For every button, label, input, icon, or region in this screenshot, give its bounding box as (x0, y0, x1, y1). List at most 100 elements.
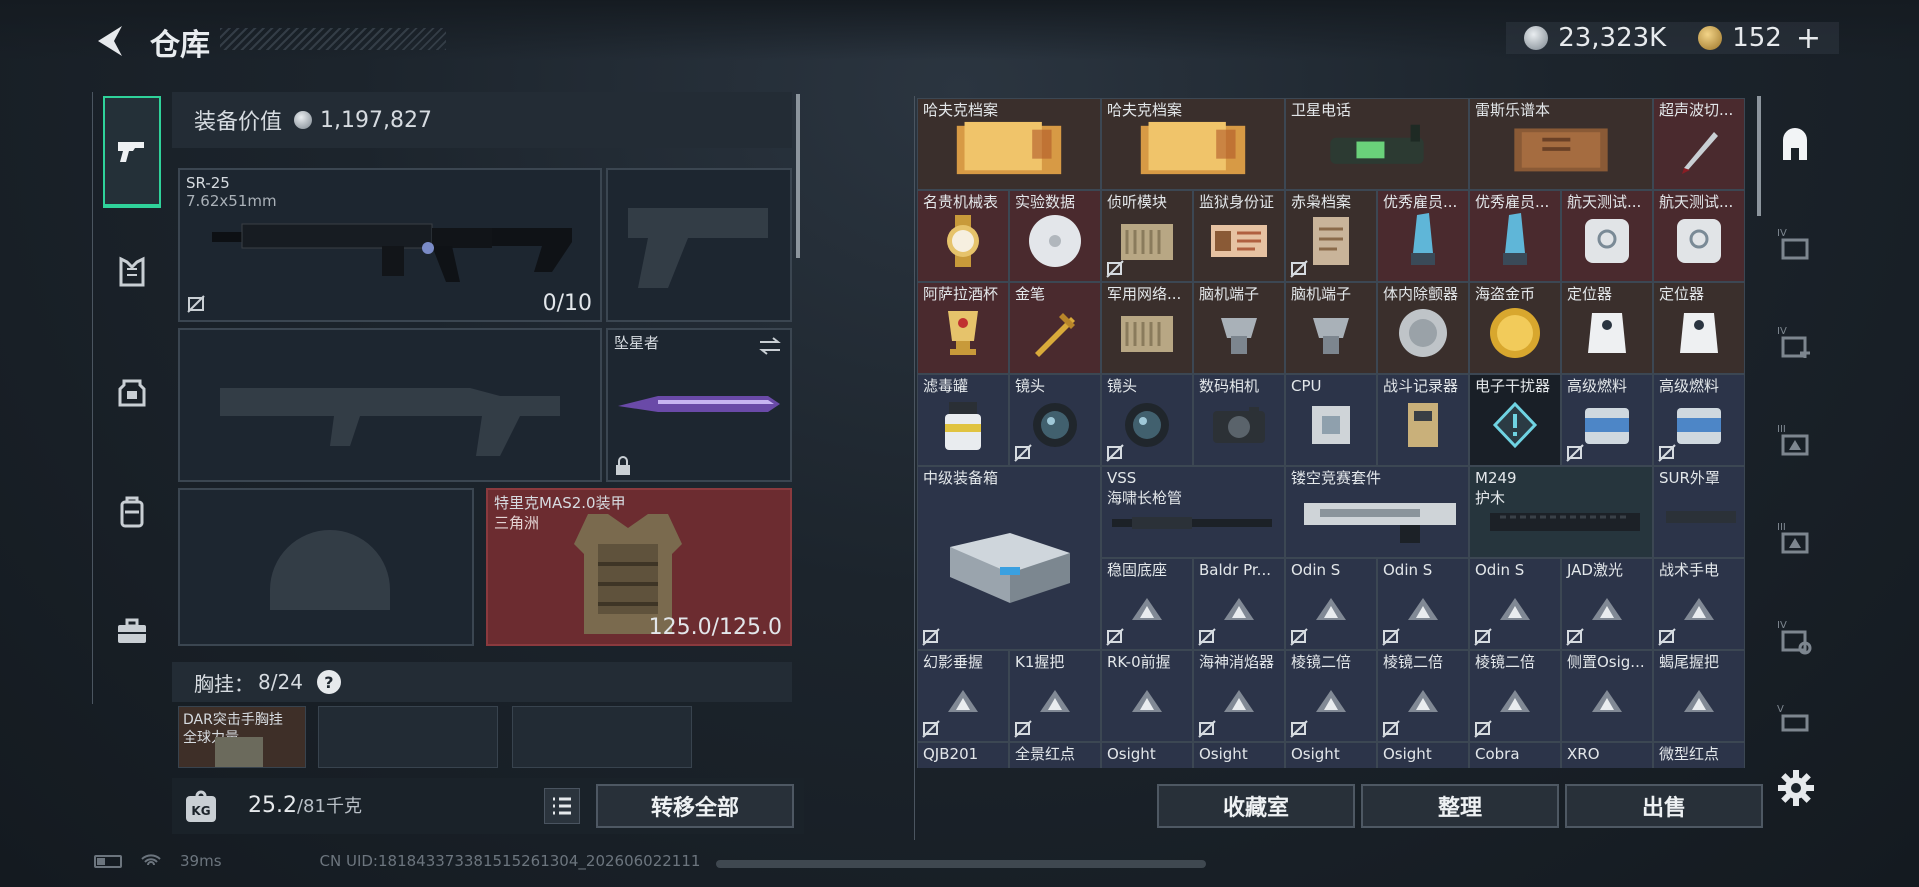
stash-item-slide-kit[interactable]: 镂空竞赛套件 (1285, 466, 1469, 558)
help-icon[interactable]: ? (316, 670, 341, 694)
stash-item[interactable]: 名贵机械表 (917, 190, 1009, 282)
nav-rig[interactable] (103, 336, 161, 448)
chest-rig-item[interactable]: DAR突击手胸挂 全球力量 (178, 706, 306, 768)
stash-item-attachment[interactable]: 棱镜二倍 (1469, 650, 1561, 742)
stash-item-attachment[interactable]: Odin S (1469, 558, 1561, 650)
stash-item[interactable]: 监狱身份证 (1193, 190, 1285, 282)
secondary-weapon-slot[interactable] (178, 328, 602, 482)
weight-icon[interactable]: KG (182, 788, 220, 826)
stash-item[interactable]: 金笔 (1009, 282, 1101, 374)
settings-gear-icon[interactable] (1776, 768, 1816, 808)
stash-item[interactable]: 滤毒罐 (917, 374, 1009, 466)
svg-text:IV: IV (1777, 620, 1787, 631)
add-currency-icon[interactable]: + (1796, 21, 1821, 56)
nav-case[interactable] (103, 576, 161, 688)
stash-item[interactable]: 实验数据 (1009, 190, 1101, 282)
stash-item-attachment[interactable]: Osight (1101, 742, 1193, 768)
stash-item-attachment[interactable]: Odin S (1285, 558, 1377, 650)
stash-item[interactable]: 高级燃料 (1653, 374, 1745, 466)
stash-item-attachment[interactable]: Cobra (1469, 742, 1561, 768)
stash-tab-iii-1[interactable]: III (1770, 400, 1820, 480)
stash-item[interactable]: 侦听模块 (1101, 190, 1193, 282)
stash-item[interactable]: 脑机端子 (1193, 282, 1285, 374)
stash-tab-main[interactable] (1770, 106, 1820, 186)
stash-item-attachment[interactable]: 海神消焰器 (1193, 650, 1285, 742)
stash-item-attachment[interactable]: QJB201 (917, 742, 1009, 768)
stash-item[interactable]: 镜头 (1101, 374, 1193, 466)
stash-item[interactable]: 优秀雇员... (1377, 190, 1469, 282)
primary-weapon-slot[interactable]: SR-25 7.62x51mm 0/10 (178, 168, 602, 322)
stash-item-attachment[interactable]: 幻影垂握 (917, 650, 1009, 742)
stash-item[interactable]: 镜头 (1009, 374, 1101, 466)
stash-item-attachment[interactable]: 蝎尾握把 (1653, 650, 1745, 742)
stash-item-attachment[interactable]: 战术手电 (1653, 558, 1745, 650)
stash-item-vss-barrel[interactable]: VSS 海啸长枪管 (1101, 466, 1285, 558)
stash-item[interactable]: 阿萨拉酒杯 (917, 282, 1009, 374)
melee-slot[interactable]: 坠星者 (606, 328, 792, 482)
stash-item-attachment[interactable]: 棱镜二倍 (1285, 650, 1377, 742)
stash-item[interactable]: 哈夫克档案 (1101, 98, 1285, 190)
stash-tab-iv-3[interactable]: IV (1770, 596, 1820, 676)
no-insure-icon (1382, 628, 1400, 646)
stash-tab-iii-2[interactable]: III (1770, 498, 1820, 578)
stash-item-attachment[interactable]: RK-0前握 (1101, 650, 1193, 742)
stash-item[interactable]: 电子干扰器 (1469, 374, 1561, 466)
stash-item-attachment[interactable]: 微型红点 (1653, 742, 1745, 768)
stash-item-m249-handguard[interactable]: M249 护木 (1469, 466, 1653, 558)
stash-tab-v[interactable]: V (1770, 690, 1820, 750)
stash-tab-iv-1[interactable]: IV (1770, 204, 1820, 284)
stash-item[interactable]: 雷斯乐谱本 (1469, 98, 1653, 190)
stash-item-attachment[interactable]: 侧置Osig... (1561, 650, 1653, 742)
collection-room-button[interactable]: 收藏室 (1157, 784, 1355, 828)
sort-button[interactable]: 整理 (1361, 784, 1559, 828)
nav-backpack[interactable] (103, 456, 161, 568)
swap-icon[interactable] (758, 336, 782, 356)
stash-item-suppressor-cover[interactable]: SUR外罩 (1653, 466, 1745, 558)
stash-item[interactable]: 数码相机 (1193, 374, 1285, 466)
list-view-button[interactable] (544, 788, 580, 824)
stash-item-equipment-case[interactable]: 中级装备箱 (917, 466, 1101, 650)
sidearm-slot[interactable] (606, 168, 792, 322)
stash-item[interactable]: 海盗金币 (1469, 282, 1561, 374)
book-image (1489, 121, 1633, 181)
stash-item[interactable]: 定位器 (1653, 282, 1745, 374)
stash-item[interactable]: CPU (1285, 374, 1377, 466)
stash-tab-iv-2[interactable]: IV (1770, 302, 1820, 382)
stash-item[interactable]: 定位器 (1561, 282, 1653, 374)
stash-item[interactable]: 体内除颤器 (1377, 282, 1469, 374)
stash-item-attachment[interactable]: Odin S (1377, 558, 1469, 650)
stash-item[interactable]: 卫星电话 (1285, 98, 1469, 190)
stash-item-attachment[interactable]: 全景红点 (1009, 742, 1101, 768)
stash-item[interactable]: 航天测试... (1653, 190, 1745, 282)
stash-scrollbar[interactable] (1757, 96, 1761, 216)
stash-item[interactable]: 航天测试... (1561, 190, 1653, 282)
home-indicator[interactable] (716, 860, 1206, 868)
stash-item[interactable]: 赤枭档案 (1285, 190, 1377, 282)
stash-item[interactable]: 超声波切... (1653, 98, 1745, 190)
back-arrow-icon[interactable] (92, 22, 128, 60)
stash-item[interactable]: 高级燃料 (1561, 374, 1653, 466)
stash-item-attachment[interactable]: Osight (1377, 742, 1469, 768)
stash-item[interactable]: 哈夫克档案 (917, 98, 1101, 190)
stash-item-attachment[interactable]: Baldr Pr... (1193, 558, 1285, 650)
stash-item-attachment[interactable]: K1握把 (1009, 650, 1101, 742)
stash-item-attachment[interactable]: JAD激光 (1561, 558, 1653, 650)
nav-armor[interactable] (103, 216, 161, 328)
stash-item-attachment[interactable]: Osight (1285, 742, 1377, 768)
chest-rig-empty-slot[interactable] (318, 706, 498, 768)
stash-item-attachment[interactable]: 棱镜二倍 (1377, 650, 1469, 742)
stash-item[interactable]: 脑机端子 (1285, 282, 1377, 374)
transfer-all-button[interactable]: 转移全部 (596, 784, 794, 828)
stash-item[interactable]: 军用网络... (1101, 282, 1193, 374)
helmet-slot[interactable] (178, 488, 474, 646)
sell-button[interactable]: 出售 (1565, 784, 1763, 828)
stash-item-attachment[interactable]: 稳固底座 (1101, 558, 1193, 650)
stash-item-attachment[interactable]: XRO (1561, 742, 1653, 768)
equipment-scrollbar[interactable] (796, 94, 800, 258)
armor-slot[interactable]: 特里克MAS2.0装甲 三角洲 125.0/125.0 (486, 488, 792, 646)
stash-item-attachment[interactable]: Osight (1193, 742, 1285, 768)
nav-weapons[interactable] (103, 96, 161, 208)
stash-item[interactable]: 优秀雇员... (1469, 190, 1561, 282)
stash-item[interactable]: 战斗记录器 (1377, 374, 1469, 466)
chest-rig-empty-slot[interactable] (512, 706, 692, 768)
